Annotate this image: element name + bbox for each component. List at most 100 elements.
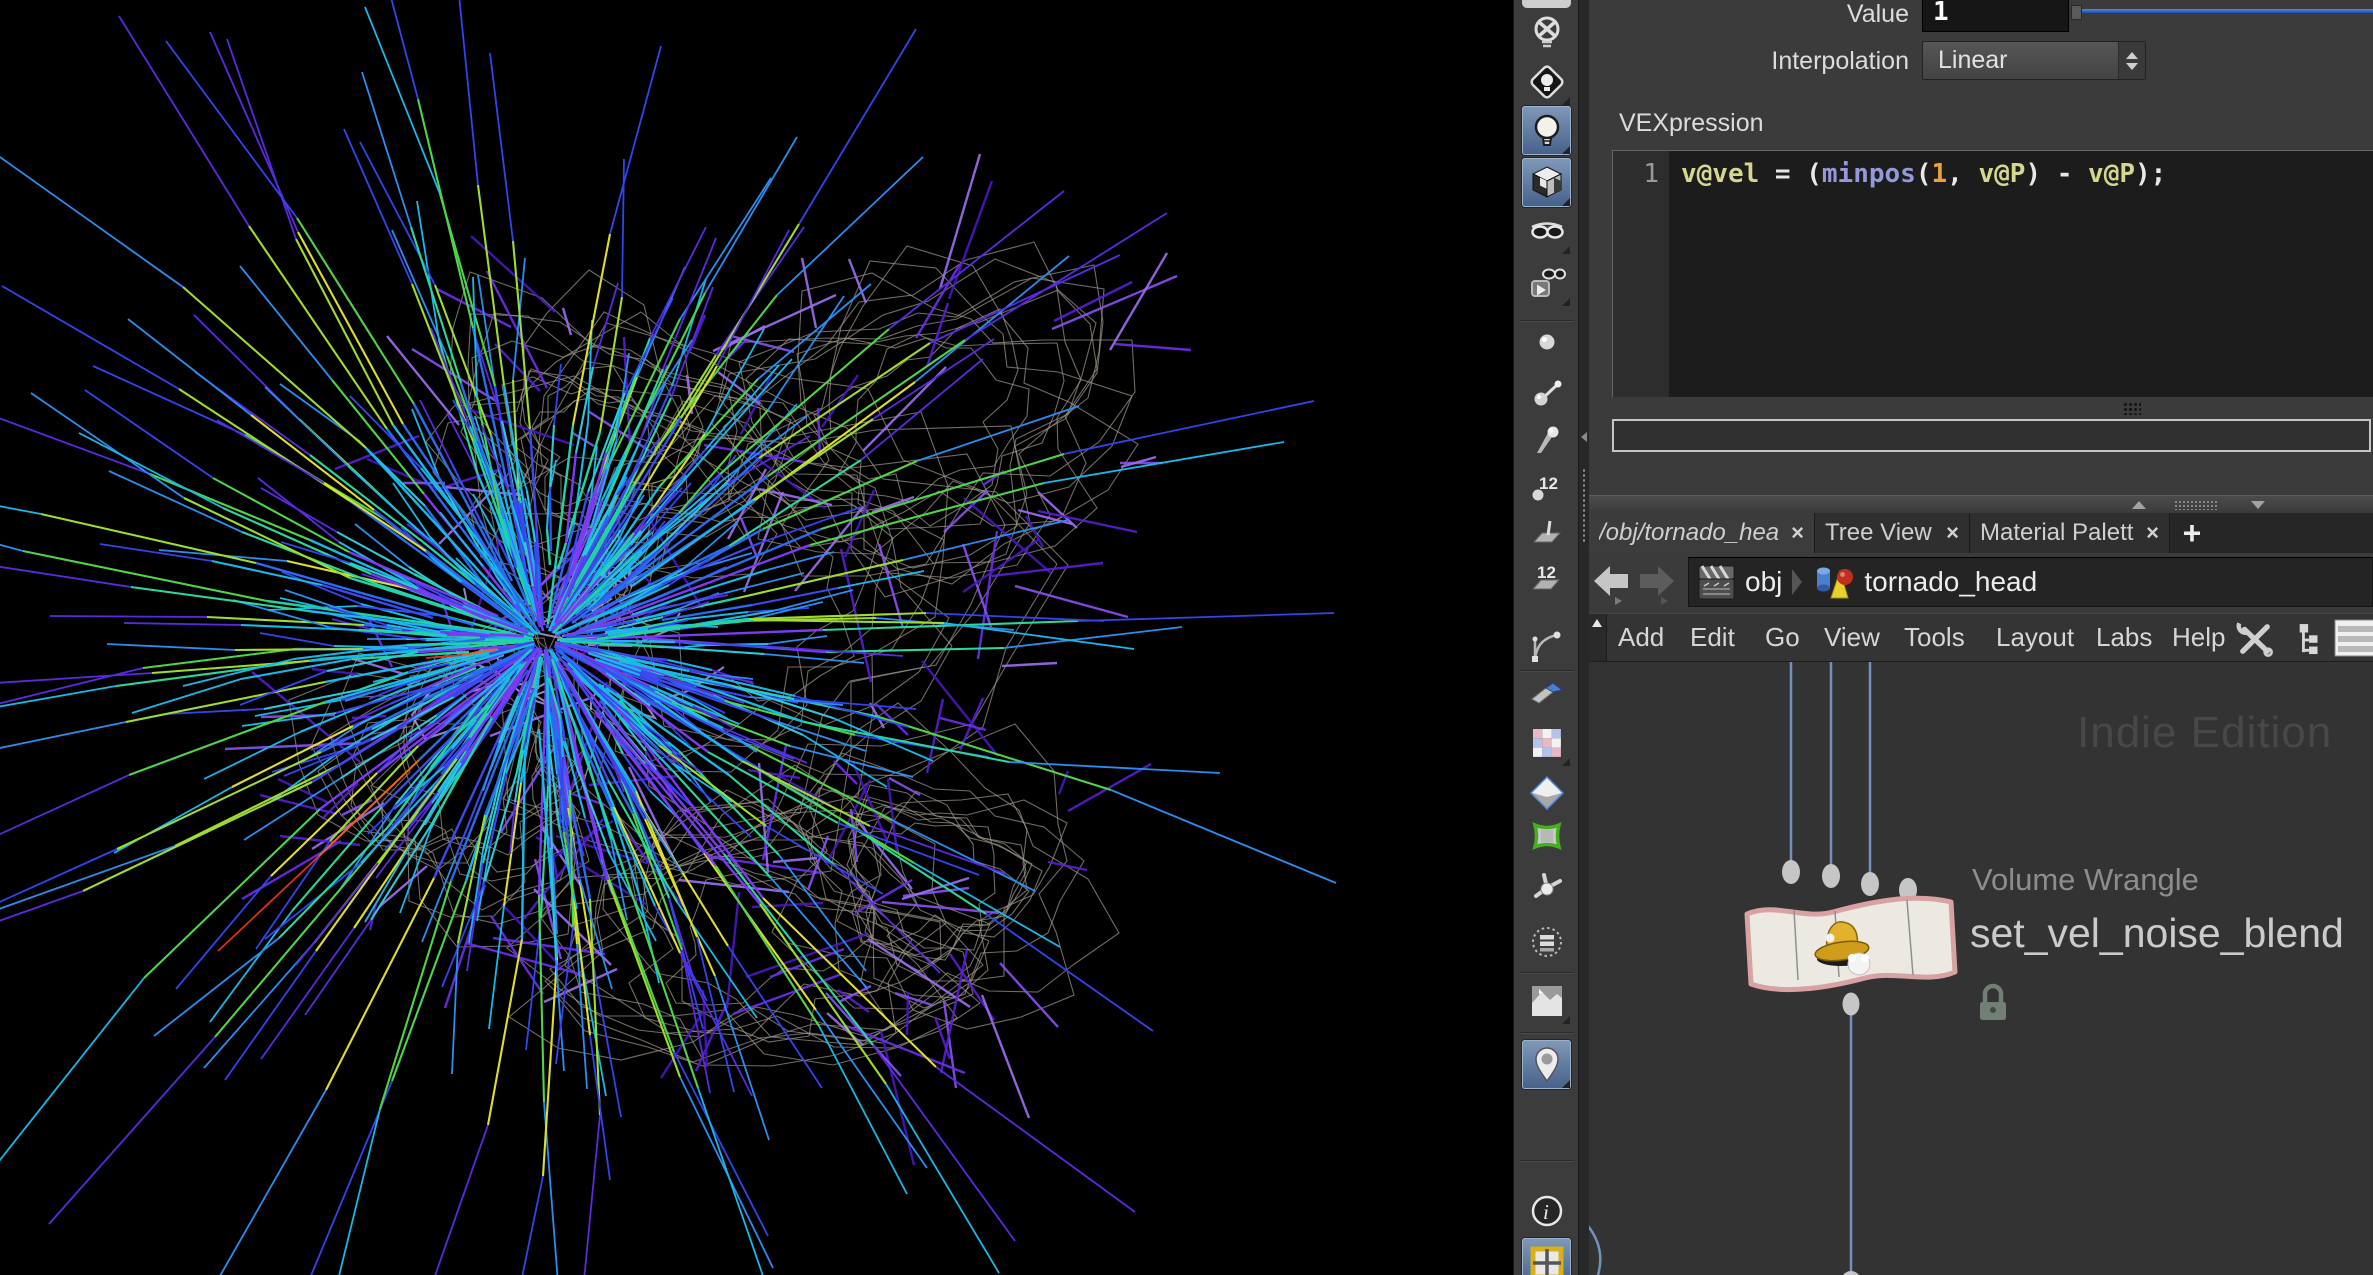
backfaces-icon[interactable] bbox=[1522, 669, 1571, 718]
value-text: 1 bbox=[1933, 0, 1949, 27]
tab-label: Material Palette bbox=[1980, 519, 2134, 547]
tab-close-icon[interactable]: × bbox=[1779, 520, 1804, 546]
no-lights-icon[interactable] bbox=[1522, 9, 1571, 58]
svg-text:12: 12 bbox=[1539, 474, 1558, 493]
network-editor[interactable]: Indie Edition Volume Wrangle set_vel_noi… bbox=[1589, 662, 2373, 1275]
visualizers-icon[interactable] bbox=[1522, 917, 1571, 966]
help-info-icon[interactable]: i bbox=[1522, 1186, 1571, 1235]
ghost-geometry-icon[interactable] bbox=[1522, 768, 1571, 817]
tab-tree-view[interactable]: Tree View× bbox=[1815, 513, 1970, 553]
point-markers-icon[interactable] bbox=[1522, 319, 1571, 368]
code-token: ) - bbox=[2025, 159, 2088, 189]
headlight-only-icon[interactable] bbox=[1522, 57, 1571, 106]
path-breadcrumb[interactable]: obj tornado_head bbox=[1688, 557, 2373, 607]
code-token: minpos bbox=[1822, 159, 1916, 189]
node-name-label[interactable]: set_vel_noise_blend bbox=[1970, 910, 2344, 957]
deforming-geometry-icon[interactable] bbox=[1522, 811, 1571, 860]
message-bar bbox=[1612, 419, 2371, 452]
network-menubar: Add Edit Go View Tools Layout Labs Help bbox=[1589, 613, 2373, 662]
code-token: ( bbox=[1916, 159, 1932, 189]
background-image-icon[interactable] bbox=[1522, 976, 1571, 1025]
vex-code-line[interactable]: v@vel = (minpos(1, v@P) - v@P); bbox=[1681, 159, 2166, 189]
code-token: v@P bbox=[1978, 159, 2025, 189]
divider-grip[interactable] bbox=[2174, 500, 2218, 510]
menu-go[interactable]: Go bbox=[1765, 614, 1800, 661]
primitive-numbers-icon[interactable]: 12 bbox=[1522, 554, 1571, 603]
partial-toolbar-icon[interactable] bbox=[1522, 0, 1571, 8]
shadows-icon[interactable] bbox=[1522, 206, 1571, 255]
value-slider[interactable] bbox=[2082, 9, 2373, 13]
menu-view[interactable]: View bbox=[1824, 614, 1880, 661]
interpolation-value: Linear bbox=[1923, 46, 2118, 75]
point-trails-icon[interactable] bbox=[1522, 416, 1571, 465]
houdini-window: 12 12 i Value 1 Interpolation Linear VEXpr… bbox=[0, 0, 2373, 1275]
stowbar-icon[interactable] bbox=[2334, 619, 2373, 657]
value-slider-handle[interactable] bbox=[2071, 5, 2082, 20]
uv-overlap-icon[interactable] bbox=[1522, 718, 1571, 767]
value-input[interactable]: 1 bbox=[1922, 0, 2069, 32]
code-token: ); bbox=[2135, 159, 2166, 189]
forward-button[interactable] bbox=[1637, 561, 1677, 605]
path-chevron-icon bbox=[1792, 569, 1802, 595]
scene-viewport[interactable] bbox=[0, 0, 1513, 1275]
tab-label: /obj/tornado_head bbox=[1599, 519, 1779, 547]
point-normals-icon[interactable] bbox=[1522, 368, 1571, 417]
splitter-grip[interactable] bbox=[1582, 468, 1587, 542]
interpolation-label: Interpolation bbox=[1709, 47, 1909, 76]
path-root[interactable]: obj bbox=[1745, 566, 1782, 598]
tab-close-icon[interactable]: × bbox=[2134, 520, 2159, 546]
collapse-left-icon[interactable] bbox=[1581, 432, 1587, 442]
point-numbers-icon[interactable]: 12 bbox=[1522, 463, 1571, 512]
code-token: v@P bbox=[2088, 159, 2135, 189]
tree-list-icon[interactable] bbox=[2295, 621, 2325, 659]
geometry-node-icon bbox=[1812, 562, 1856, 602]
toolbar-divider bbox=[1519, 1160, 1574, 1162]
tab-material-palette[interactable]: Material Palette× bbox=[1970, 513, 2170, 553]
value-label: Value bbox=[1709, 0, 1909, 29]
menu-add[interactable]: Add bbox=[1618, 614, 1664, 661]
tab-close-icon[interactable]: × bbox=[1934, 520, 1959, 546]
menubar-collapse-strip[interactable] bbox=[1589, 614, 1607, 661]
toolbar-divider bbox=[1519, 972, 1574, 974]
normal-lighting-icon[interactable] bbox=[1522, 106, 1571, 155]
tools-wrench-icon[interactable] bbox=[2234, 618, 2276, 660]
menu-edit[interactable]: Edit bbox=[1690, 614, 1735, 661]
preview-shaders-icon[interactable] bbox=[1522, 258, 1571, 307]
vexpression-label: VEXpression bbox=[1619, 109, 1764, 138]
path-node[interactable]: tornado_head bbox=[1864, 566, 2037, 598]
code-token: v@vel bbox=[1681, 159, 1759, 189]
menu-labs[interactable]: Labs bbox=[2096, 614, 2152, 661]
velocity-visualization bbox=[0, 0, 1513, 1275]
tab-label: Tree View bbox=[1825, 519, 1932, 547]
high-quality-lighting-icon[interactable] bbox=[1522, 158, 1571, 207]
new-tab-button[interactable]: + bbox=[2170, 513, 2214, 553]
component-editor-icon[interactable] bbox=[1522, 1238, 1571, 1275]
pane-divider[interactable] bbox=[1589, 495, 2373, 514]
expand-down-icon[interactable] bbox=[2251, 501, 2265, 509]
expand-up-icon[interactable] bbox=[2132, 501, 2146, 509]
vector-scale-icon[interactable] bbox=[1522, 865, 1571, 914]
primitive-normals-icon[interactable] bbox=[1522, 509, 1571, 558]
menu-tools[interactable]: Tools bbox=[1904, 614, 1965, 661]
line-number-gutter: 1 bbox=[1613, 151, 1669, 397]
toolbar-divider bbox=[1519, 1032, 1574, 1034]
menu-layout[interactable]: Layout bbox=[1996, 614, 2074, 661]
tab--obj-tornado-head[interactable]: /obj/tornado_head× bbox=[1589, 513, 1815, 553]
code-token: 1 bbox=[1931, 159, 1947, 189]
display-options-toolbar: 12 12 i bbox=[1513, 0, 1579, 1275]
editor-resize-grip[interactable] bbox=[2123, 402, 2141, 415]
menu-help[interactable]: Help bbox=[2172, 614, 2225, 661]
node-type-label: Volume Wrangle bbox=[1972, 862, 2199, 898]
right-pane: Value 1 Interpolation Linear VEXpression… bbox=[1589, 0, 2373, 1275]
obj-network-icon bbox=[1695, 561, 1737, 603]
back-button[interactable] bbox=[1591, 561, 1631, 605]
vex-code-editor[interactable]: 1 v@vel = (minpos(1, v@P) - v@P); bbox=[1612, 150, 2373, 397]
primitive-hulls-icon[interactable] bbox=[1522, 621, 1571, 670]
interpolation-dropdown[interactable]: Linear bbox=[1922, 41, 2146, 80]
svg-text:12: 12 bbox=[1537, 563, 1556, 582]
snapping-options-icon[interactable] bbox=[1522, 1040, 1571, 1089]
code-token: = ( bbox=[1759, 159, 1822, 189]
spinner-icon[interactable] bbox=[2118, 42, 2145, 79]
watermark: Indie Edition bbox=[2077, 708, 2332, 758]
pane-tabbar: /obj/tornado_head×Tree View×Material Pal… bbox=[1589, 513, 2373, 553]
